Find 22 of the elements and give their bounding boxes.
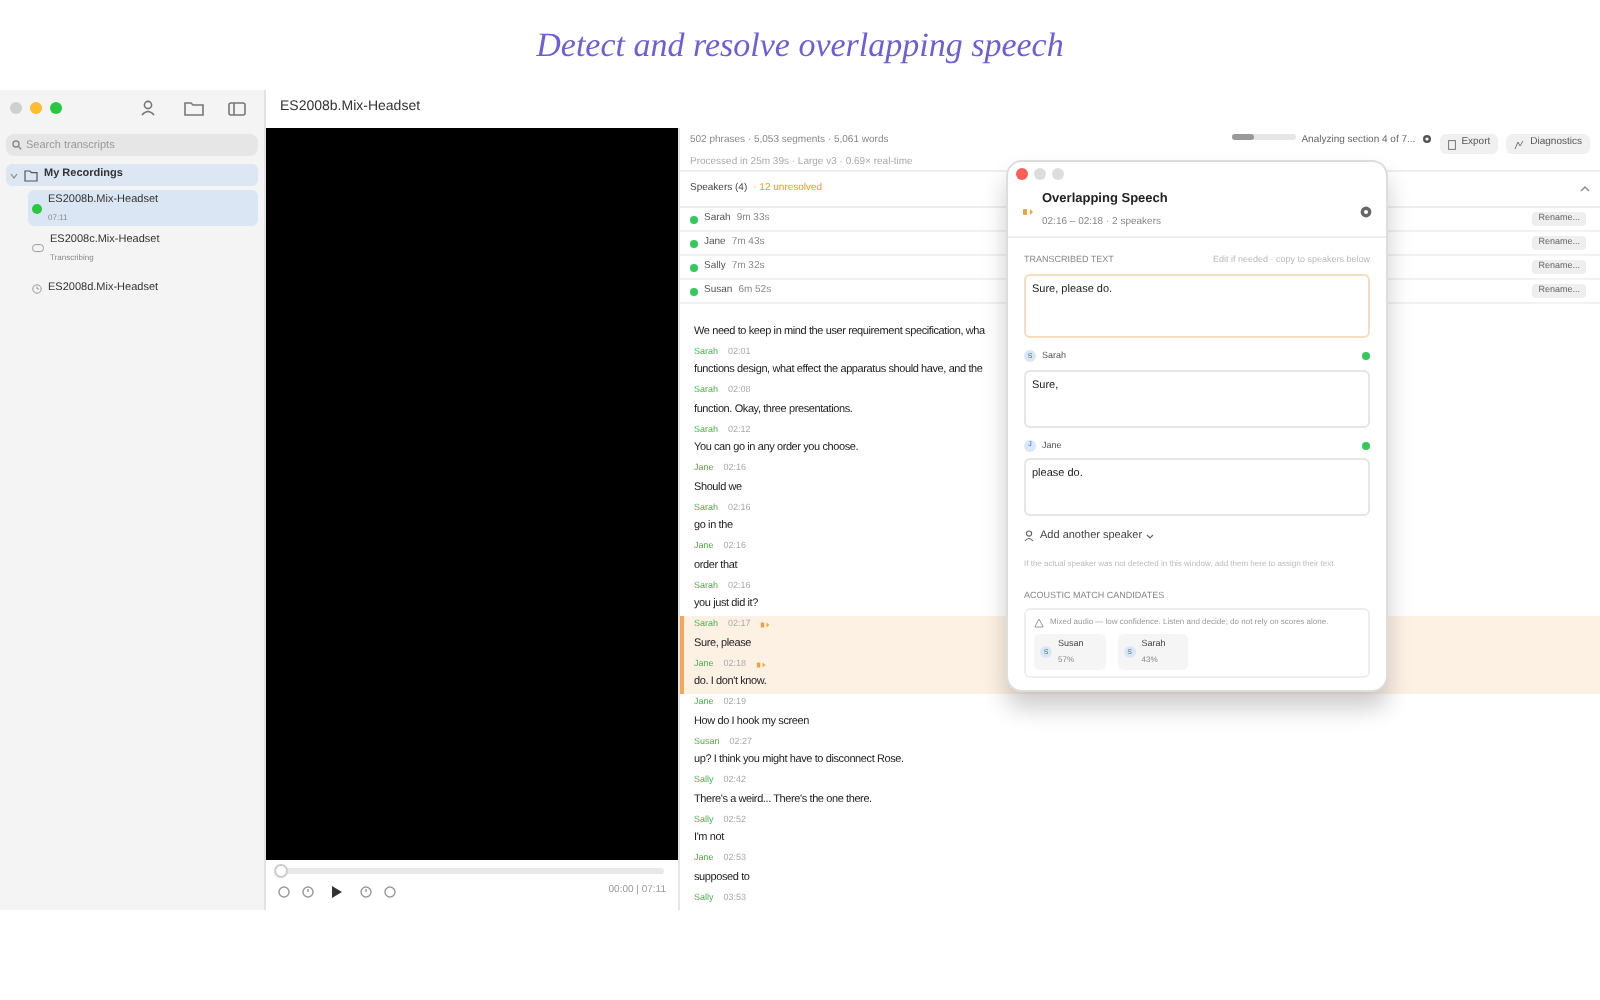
sidebar-toggle-icon[interactable] [228, 101, 246, 115]
search-icon [12, 140, 22, 150]
zoom-icon[interactable] [50, 102, 62, 114]
disclosure-icon[interactable] [10, 171, 18, 179]
clock-icon [32, 283, 42, 293]
speech-bubble-icon [32, 243, 44, 253]
minimize-icon[interactable] [30, 102, 42, 114]
folder-icon [24, 169, 38, 181]
headline: Detect and resolve overlapping speech [536, 23, 1064, 68]
window-control-icon[interactable] [10, 102, 22, 114]
person-plus-icon [1024, 530, 1036, 543]
settings-icon[interactable] [1360, 205, 1372, 217]
chevron-icon [1146, 533, 1155, 540]
progress-bar [1231, 134, 1296, 140]
gear-icon[interactable] [1421, 134, 1432, 144]
chart-icon [1514, 139, 1525, 149]
status-dot-icon [32, 203, 42, 213]
play-icon[interactable] [332, 885, 342, 898]
chevron-icon[interactable] [1580, 186, 1590, 192]
warning-icon [1034, 617, 1044, 628]
document-icon [1447, 139, 1456, 149]
close-icon[interactable] [1016, 168, 1028, 180]
